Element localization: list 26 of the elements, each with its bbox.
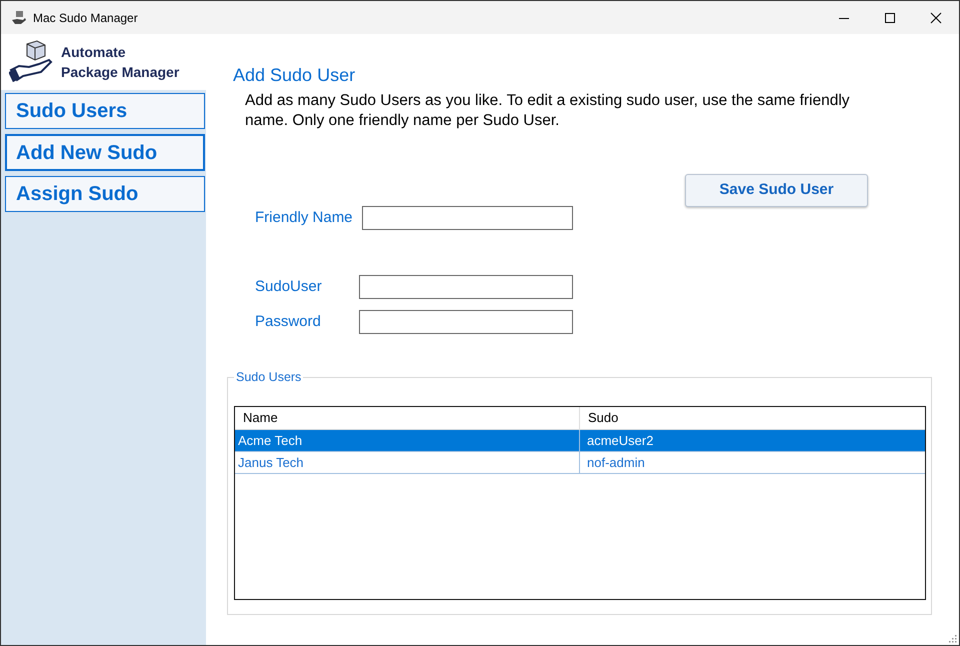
description-text: Add as many Sudo Users as you like. To edit a existing sudo user, use the same friendly name. Only one friendly name per Sudo User.	[245, 91, 851, 131]
page-heading: Add Sudo User	[233, 64, 356, 87]
hand-box-icon	[9, 40, 53, 84]
field-label: Password	[255, 312, 322, 332]
table-cell-text: nof-admin	[586, 454, 646, 472]
logo-text: Automate	[61, 43, 127, 62]
window-title: Mac Sudo Manager	[33, 10, 138, 26]
save-button[interactable]: Save Sudo User	[685, 174, 868, 207]
input-field[interactable]	[359, 275, 573, 299]
column-header[interactable]: Sudo	[580, 407, 925, 429]
input-field[interactable]	[362, 206, 573, 230]
table-cell: Janus Tech	[235, 452, 580, 473]
nav-tab[interactable]: Sudo Users	[5, 93, 205, 129]
column-header[interactable]: Name	[235, 407, 580, 429]
app-icon	[11, 10, 27, 26]
input-field[interactable]	[359, 310, 573, 334]
logo-text: Package Manager	[61, 63, 180, 82]
table-row[interactable]: Janus Tech nof-admin	[235, 452, 925, 474]
nav-tab[interactable]: Assign Sudo	[5, 176, 205, 212]
field-label: Friendly Name	[255, 208, 354, 228]
resize-grip-icon[interactable]	[947, 633, 957, 643]
table-cell: Acme Tech	[235, 430, 580, 451]
table-cell-text: acmeUser2	[586, 432, 654, 450]
field-label: SudoUser	[255, 276, 323, 297]
nav-tab[interactable]: Add New Sudo	[5, 134, 205, 171]
table-row[interactable]: Acme Tech acmeUser2	[235, 430, 925, 452]
